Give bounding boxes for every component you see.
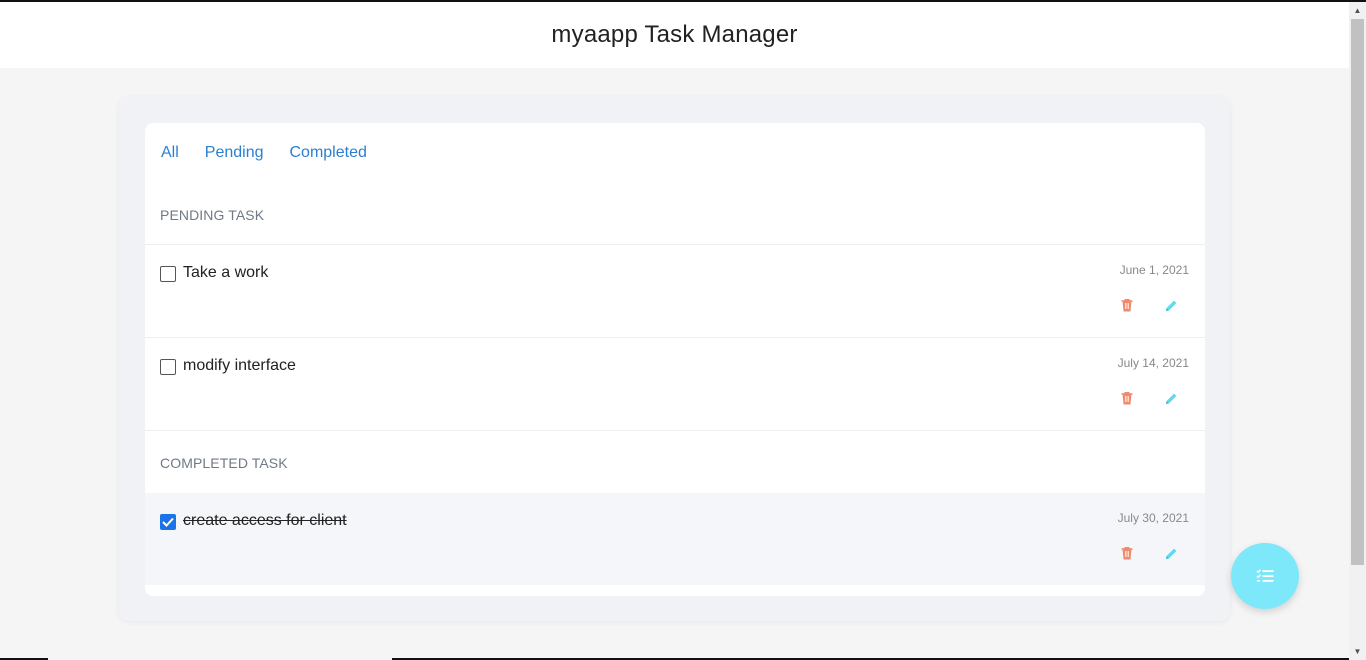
pending-section-title: PENDING TASK bbox=[160, 207, 265, 223]
checkmark-icon bbox=[162, 517, 174, 527]
tab-all[interactable]: All bbox=[161, 144, 179, 162]
pencil-icon[interactable] bbox=[1163, 297, 1179, 313]
pencil-icon[interactable] bbox=[1163, 390, 1179, 406]
tab-completed[interactable]: Completed bbox=[290, 144, 367, 162]
scroll-down-arrow-icon[interactable]: ▼ bbox=[1349, 643, 1366, 660]
task-date: July 30, 2021 bbox=[1117, 511, 1189, 525]
scrollbar-thumb[interactable] bbox=[1351, 19, 1364, 565]
trash-icon[interactable] bbox=[1119, 297, 1135, 313]
task-list-card: All Pending Completed PENDING TASK Take … bbox=[145, 123, 1205, 596]
trash-icon[interactable] bbox=[1119, 390, 1135, 406]
task-checkbox[interactable] bbox=[160, 266, 176, 282]
task-row: modify interface July 14, 2021 bbox=[145, 338, 1205, 430]
task-text: Take a work bbox=[183, 264, 269, 281]
task-date: July 14, 2021 bbox=[1117, 356, 1189, 370]
trash-icon[interactable] bbox=[1119, 545, 1135, 561]
task-date: June 1, 2021 bbox=[1119, 263, 1189, 277]
task-text: create access for client bbox=[183, 512, 347, 529]
completed-section-title: COMPLETED TASK bbox=[160, 455, 288, 471]
add-task-fab-button[interactable] bbox=[1231, 543, 1299, 609]
divider bbox=[145, 430, 1205, 431]
filter-tabs: All Pending Completed bbox=[161, 144, 393, 162]
task-row: Take a work June 1, 2021 bbox=[145, 245, 1205, 337]
task-checkbox-checked[interactable] bbox=[160, 514, 176, 530]
task-text: modify interface bbox=[183, 357, 296, 374]
tab-pending[interactable]: Pending bbox=[205, 144, 264, 162]
task-checkbox[interactable] bbox=[160, 359, 176, 375]
task-list-icon bbox=[1256, 569, 1274, 582]
pencil-icon[interactable] bbox=[1163, 545, 1179, 561]
vertical-scrollbar[interactable]: ▲ ▼ bbox=[1349, 2, 1366, 660]
app-header: myaapp Task Manager bbox=[0, 2, 1349, 68]
app-title: myaapp Task Manager bbox=[551, 21, 798, 48]
scroll-up-arrow-icon[interactable]: ▲ bbox=[1349, 2, 1366, 19]
task-row: create access for client July 30, 2021 bbox=[145, 493, 1205, 585]
